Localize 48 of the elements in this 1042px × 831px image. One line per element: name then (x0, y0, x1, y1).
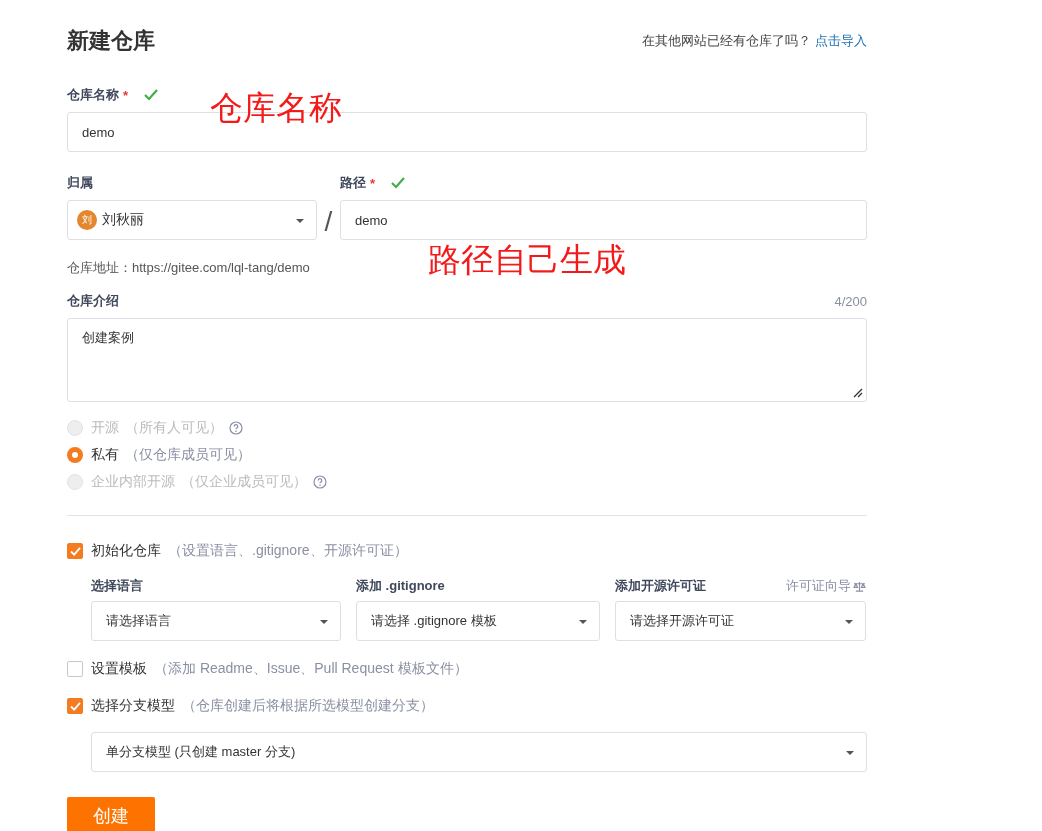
caret-icon (579, 620, 587, 624)
required-mark: * (370, 175, 376, 191)
checkbox-note: （设置语言、.gitignore、开源许可证） (168, 542, 408, 560)
caret-icon (320, 620, 328, 624)
char-counter: 4/200 (834, 293, 867, 309)
dropdown[interactable]: 请选择语言 (91, 601, 341, 641)
checkbox-note: （仓库创建后将根据所选模型创建分支） (182, 697, 434, 715)
avatar: 刘 (77, 210, 97, 230)
radio-label: 私有 (91, 446, 119, 464)
annotation-text: 路径自己生成 (428, 240, 626, 280)
field-label: 归属 (67, 174, 93, 192)
path-input[interactable]: demo (340, 200, 867, 240)
dropdown[interactable]: 请选择开源许可证 (615, 601, 866, 641)
field-label: 仓库名称 (67, 86, 119, 104)
checkbox[interactable] (67, 661, 83, 677)
import-link[interactable]: 点击导入 (815, 32, 867, 50)
owner-select[interactable]: 刘 刘秋丽 (67, 200, 317, 240)
field-label: 添加 .gitignore (356, 577, 445, 595)
checkbox-label: 选择分支模型 (91, 697, 175, 715)
import-prompt: 在其他网站已经有仓库了吗？ (642, 32, 811, 50)
field-label: 仓库介绍 (67, 292, 119, 310)
caret-icon (296, 219, 304, 223)
required-mark: * (123, 87, 129, 103)
checkbox-note: （添加 Readme、Issue、Pull Request 模板文件） (154, 660, 468, 678)
radio-label: 开源 (91, 419, 119, 437)
radio-note: （所有人可见） (125, 419, 223, 437)
checkbox[interactable] (67, 543, 83, 559)
radio-note: （仅仓库成员可见） (125, 446, 251, 464)
field-label: 添加开源许可证 (615, 577, 706, 595)
repo-address: 仓库地址：https://gitee.com/lql-tang/demo (67, 259, 310, 277)
radio-button[interactable] (67, 447, 83, 463)
checkbox[interactable] (67, 698, 83, 714)
radio-label: 企业内部开源 (91, 473, 175, 491)
page-title: 新建仓库 (67, 27, 155, 55)
description-textarea[interactable]: 创建案例 (67, 318, 867, 402)
caret-icon (846, 751, 854, 755)
scale-icon (853, 580, 866, 592)
checkbox-label: 设置模板 (91, 660, 147, 678)
field-label: 选择语言 (91, 577, 143, 595)
caret-icon (845, 620, 853, 624)
field-label: 路径 (340, 174, 366, 192)
checkbox-label: 初始化仓库 (91, 542, 161, 560)
resize-grip-icon (853, 388, 863, 398)
dropdown[interactable]: 请选择 .gitignore 模板 (356, 601, 600, 641)
radio-note: （仅企业成员可见） (181, 473, 307, 491)
path-separator: / (323, 205, 334, 239)
branch-dropdown[interactable]: 单分支模型 (只创建 master 分支) (91, 732, 867, 772)
owner-name: 刘秋丽 (102, 211, 144, 229)
